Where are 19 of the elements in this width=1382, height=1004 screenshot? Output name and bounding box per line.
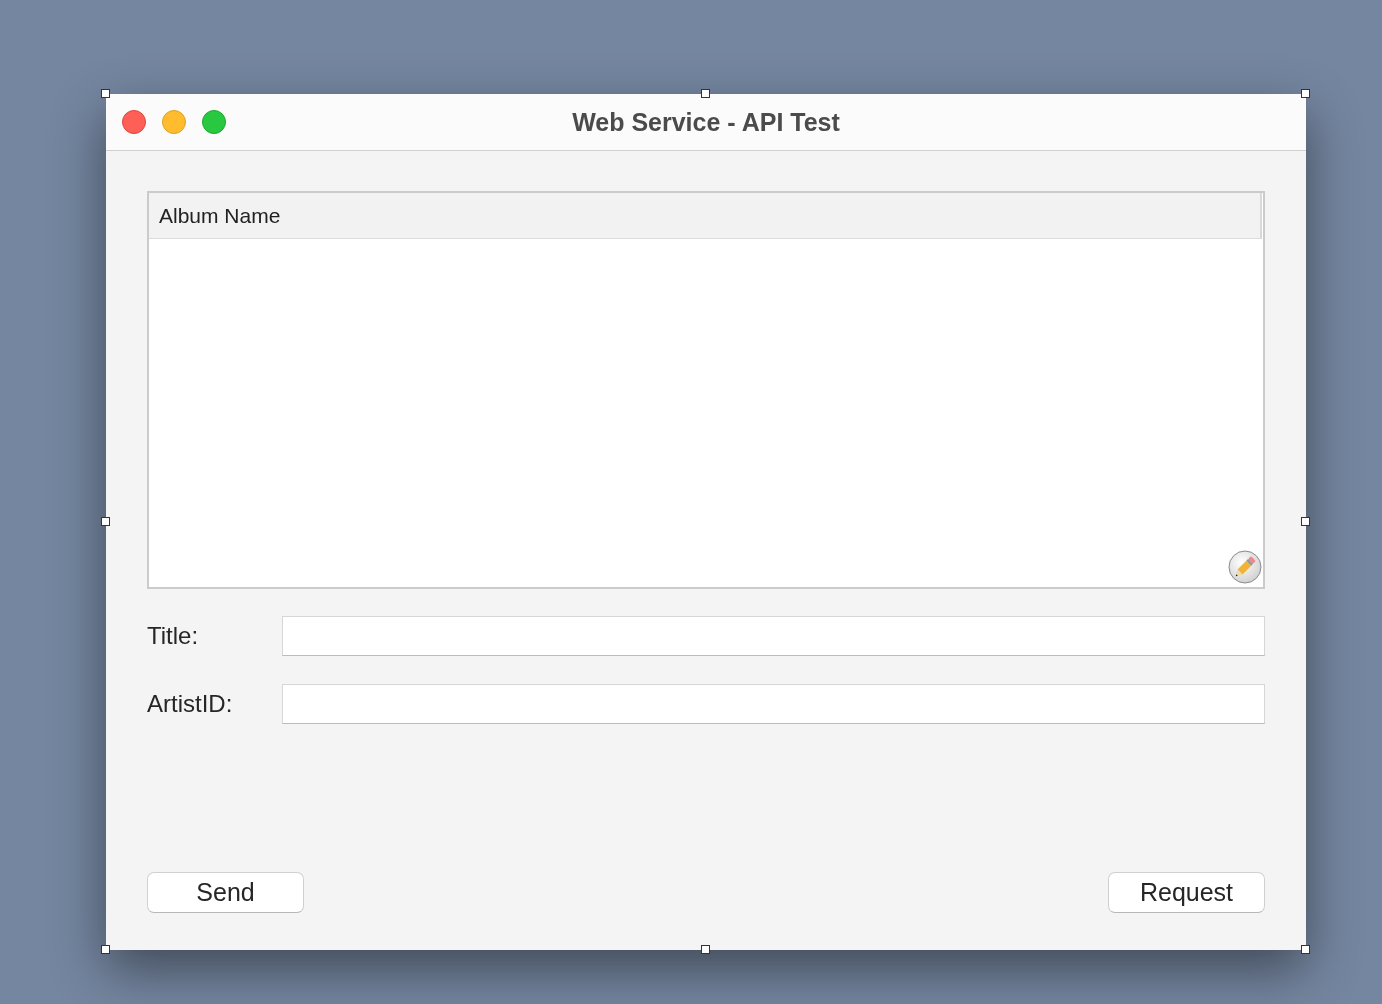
column-header[interactable]: Album Name: [149, 193, 1262, 239]
resize-handle[interactable]: [1301, 517, 1310, 526]
input-field[interactable]: [282, 684, 1265, 724]
resize-handle[interactable]: [1301, 945, 1310, 954]
resize-handle[interactable]: [701, 89, 710, 98]
resize-handle[interactable]: [101, 945, 110, 954]
resize-handle[interactable]: [101, 517, 110, 526]
resize-handle[interactable]: [101, 89, 110, 98]
zoom-button[interactable]: [202, 110, 226, 134]
action-button[interactable]: Request: [1108, 872, 1265, 913]
input-field[interactable]: [282, 616, 1265, 656]
resize-handle[interactable]: [1301, 89, 1310, 98]
close-button[interactable]: [122, 110, 146, 134]
field-label: Title:: [147, 622, 200, 650]
window-title: Web Service - API Test: [572, 107, 840, 136]
resize-handle[interactable]: [701, 945, 710, 954]
pencil-icon[interactable]: [1228, 550, 1262, 584]
action-button[interactable]: Send: [147, 872, 304, 913]
field-label: ArtistID:: [147, 690, 234, 718]
